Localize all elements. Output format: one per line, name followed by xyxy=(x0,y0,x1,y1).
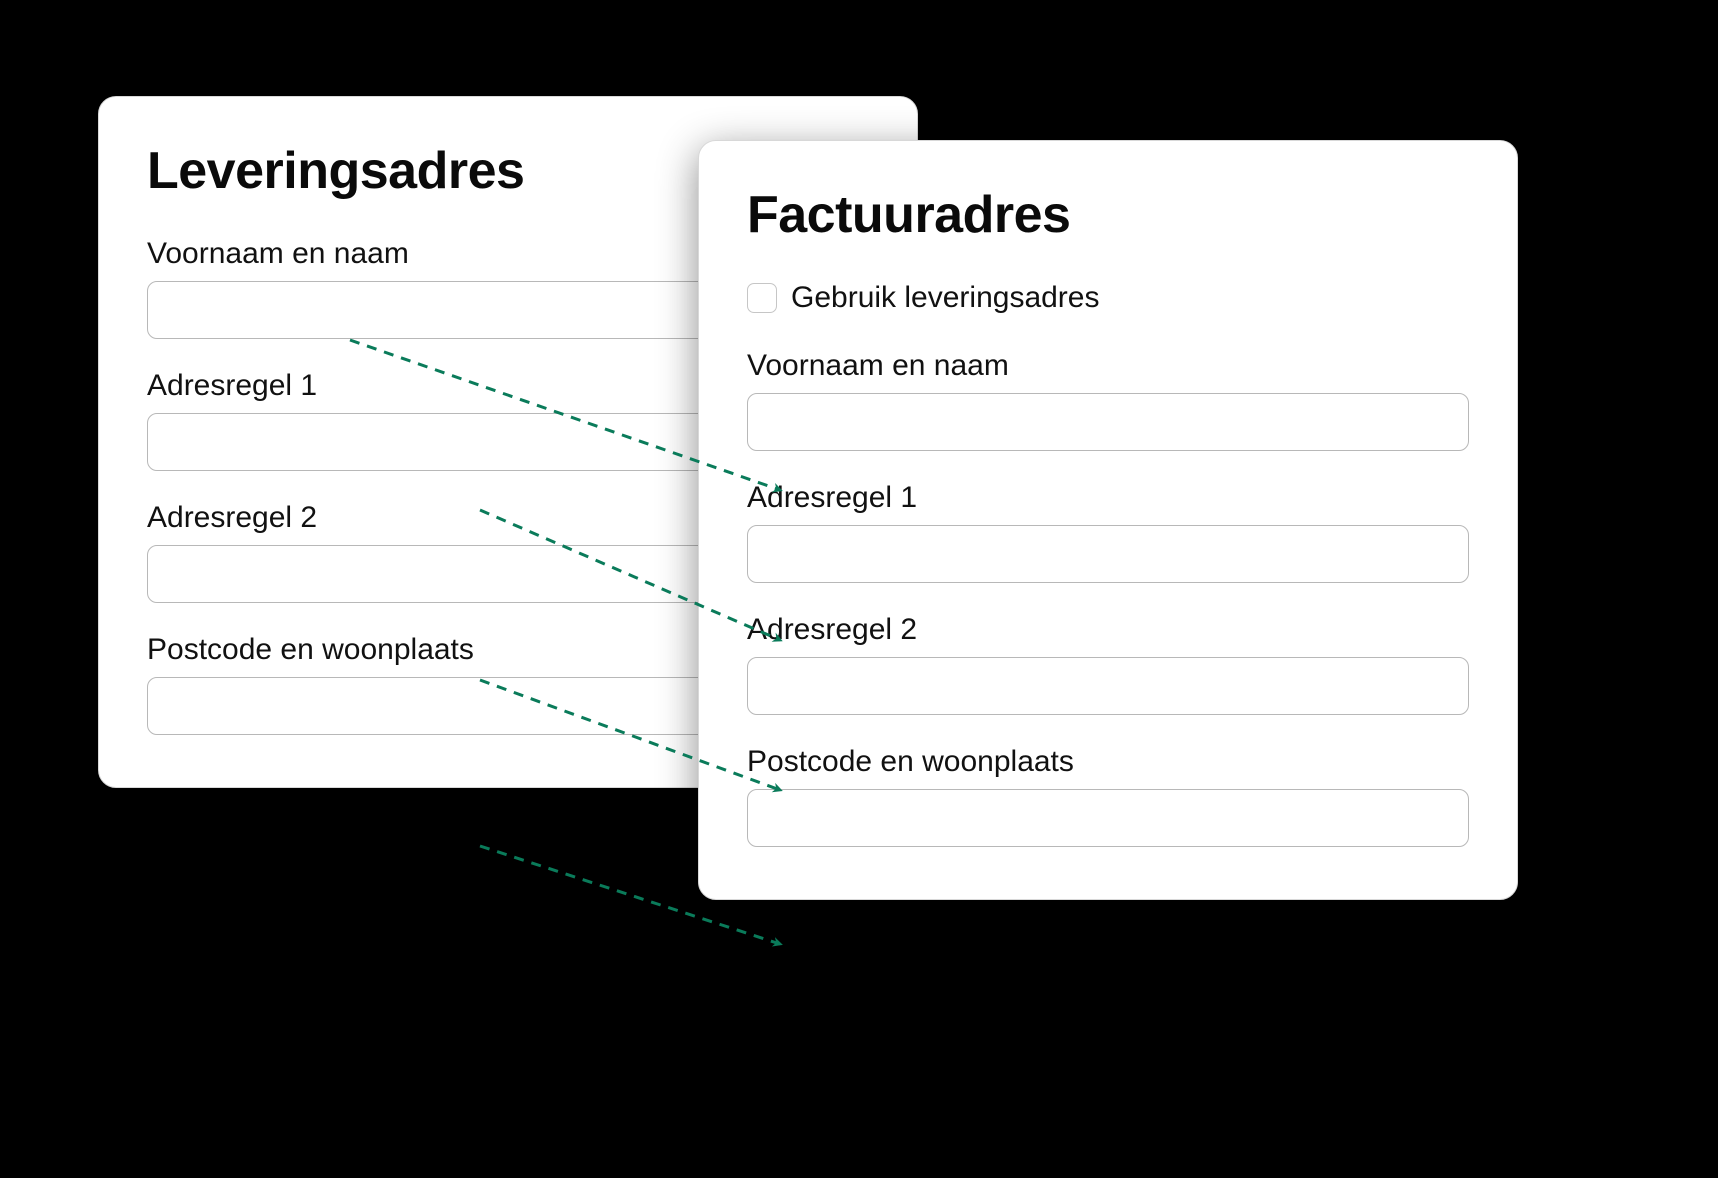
billing-address1-field: Adresregel 1 xyxy=(747,481,1469,583)
billing-card-title: Factuuradres xyxy=(747,185,1469,245)
billing-address2-label: Adresregel 2 xyxy=(747,613,1469,647)
billing-address2-input[interactable] xyxy=(747,657,1469,715)
billing-address1-label: Adresregel 1 xyxy=(747,481,1469,515)
billing-name-input[interactable] xyxy=(747,393,1469,451)
use-delivery-checkbox[interactable] xyxy=(747,283,777,313)
billing-postal-field: Postcode en woonplaats xyxy=(747,745,1469,847)
use-delivery-row: Gebruik leveringsadres xyxy=(747,281,1469,315)
diagram-stage: Leveringsadres Voornaam en naam Adresreg… xyxy=(0,0,1718,1178)
billing-address-card: Factuuradres Gebruik leveringsadres Voor… xyxy=(698,140,1518,900)
billing-address2-field: Adresregel 2 xyxy=(747,613,1469,715)
billing-postal-input[interactable] xyxy=(747,789,1469,847)
billing-address1-input[interactable] xyxy=(747,525,1469,583)
billing-name-label: Voornaam en naam xyxy=(747,349,1469,383)
billing-postal-label: Postcode en woonplaats xyxy=(747,745,1469,779)
use-delivery-label: Gebruik leveringsadres xyxy=(791,281,1099,315)
billing-name-field: Voornaam en naam xyxy=(747,349,1469,451)
